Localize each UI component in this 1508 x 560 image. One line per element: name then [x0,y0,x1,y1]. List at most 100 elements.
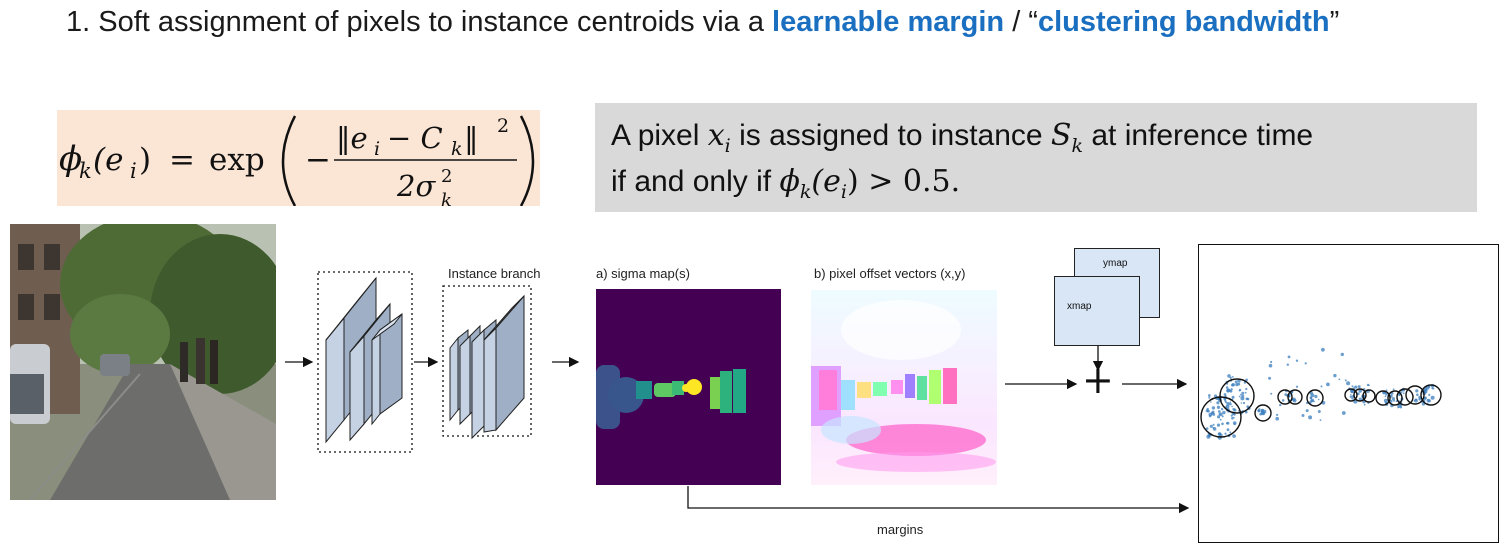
embedding-point [1346,381,1351,386]
embedding-point [1350,394,1352,396]
embedding-point [1208,396,1211,399]
embedding-scatter-plot [1198,244,1499,543]
embedding-point [1268,376,1272,380]
embedding-point [1216,405,1221,409]
embedding-point [1240,393,1242,396]
embedding-point [1432,387,1435,390]
embedding-point [1230,388,1233,391]
embedding-point [1308,415,1313,420]
embedding-point [1258,408,1261,411]
embedding-point [1333,373,1337,378]
embedding-point [1244,391,1247,394]
embedding-point [1317,410,1321,413]
embedding-point [1224,432,1227,435]
embedding-point [1217,415,1221,419]
embedding-point [1217,410,1221,413]
embedding-point [1231,405,1233,408]
embedding-point [1212,427,1217,431]
embedding-point [1340,352,1344,357]
embedding-point [1222,410,1226,415]
embedding-point [1237,382,1241,386]
embedding-point [1245,387,1248,391]
cluster-circle [1306,389,1324,407]
embedding-point [1238,395,1241,398]
embedding-point [1392,388,1395,391]
embedding-point [1211,410,1215,414]
embedding-point [1207,409,1210,413]
embedding-point [1231,395,1235,399]
embedding-point [1351,385,1354,388]
embedding-point [1344,379,1347,382]
embedding-point [1219,418,1222,421]
embedding-point [1349,395,1353,398]
embedding-point [1226,388,1231,393]
embedding-point [1229,401,1232,403]
embedding-point [1366,383,1370,387]
xmap-label: xmap [1067,301,1092,312]
embedding-point [1402,392,1405,395]
embedding-point [1226,402,1230,406]
plus-sign: + [1082,358,1114,402]
embedding-point [1238,388,1242,392]
embedding-point [1268,363,1273,368]
embedding-point [1211,406,1216,410]
embedding-point [1304,362,1307,365]
embedding-point [1295,359,1299,362]
embedding-point [1305,409,1309,413]
embedding-point [1397,406,1399,409]
embedding-point [1426,398,1430,403]
embedding-point [1319,419,1322,421]
embedding-point [1226,422,1229,425]
embedding-point [1233,408,1237,412]
cluster-circles [1200,378,1442,438]
embedding-point [1270,392,1273,395]
embedding-point [1233,416,1235,419]
embedding-point [1317,398,1320,401]
embedding-point [1221,407,1223,410]
embedding-point [1258,410,1260,413]
embedding-point [1259,412,1262,416]
embedding-point [1326,382,1330,387]
embedding-point [1338,378,1341,381]
embedding-point [1232,434,1236,438]
embedding-point [1221,422,1224,426]
embedding-point [1209,424,1213,428]
embedding-point [1357,385,1361,389]
embedding-point [1207,394,1211,397]
decoder-layers [449,294,525,440]
embedding-point [1231,383,1234,387]
sigma-map-label: a) sigma map(s) [596,266,690,281]
embedding-point [1275,416,1279,421]
embedding-point [1286,363,1289,366]
embedding-point [1313,400,1315,403]
embedding-point [1232,376,1234,378]
embedding-point [1218,413,1221,416]
ymap-label: ymap [1103,258,1128,269]
embedding-point [1428,393,1431,396]
embedding-point [1292,397,1296,402]
embedding-point [1384,395,1387,398]
embedding-point [1225,386,1229,389]
embedding-point [1314,394,1318,399]
embedding-point [1301,414,1305,417]
embedding-scatter-svg [1200,347,1442,440]
embedding-point [1276,413,1279,416]
embedding-point [1246,397,1249,400]
embedding-point [1281,399,1285,402]
embedding-point [1321,347,1325,352]
embedding-point [1205,427,1209,430]
embedding-point [1354,385,1358,389]
embedding-point [1240,402,1243,404]
embedding-point [1216,423,1221,427]
embedding-point [1216,401,1220,405]
embedding-point [1210,401,1212,403]
embedding-point [1320,385,1323,388]
embedding-point [1430,395,1435,400]
embedding-point [1233,423,1236,426]
offset-vectors-label: b) pixel offset vectors (x,y) [814,266,966,281]
embedding-point [1223,393,1227,396]
xmap-layer: xmap [1054,276,1140,346]
embedding-point [1227,374,1231,378]
margins-label: margins [877,522,924,537]
embedding-point [1415,389,1419,393]
